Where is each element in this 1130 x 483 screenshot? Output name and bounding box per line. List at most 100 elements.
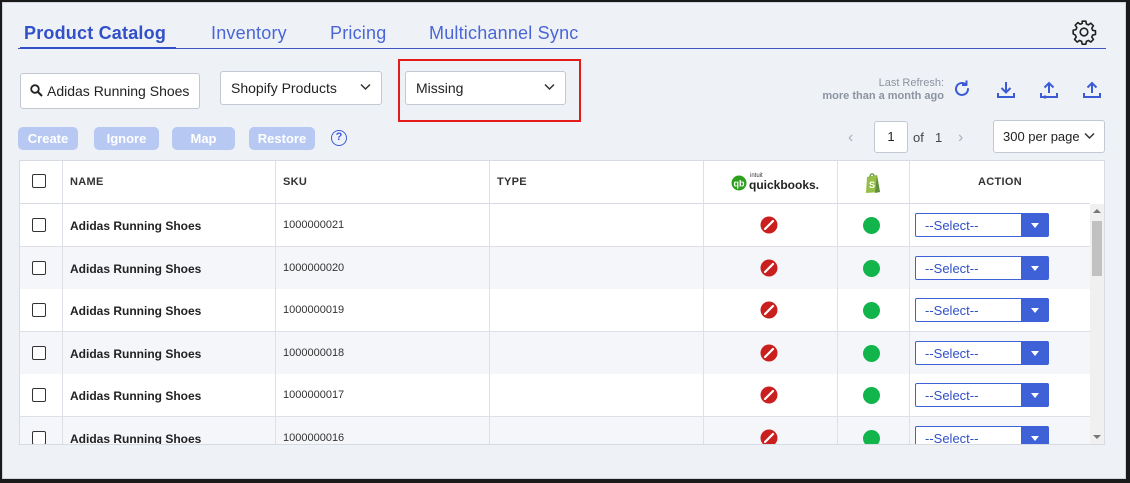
row-checkbox[interactable] [32, 260, 46, 275]
page-total: 1 [935, 130, 943, 145]
tab-inventory[interactable]: Inventory [211, 23, 287, 44]
upload-sync-icon[interactable] [1038, 79, 1060, 101]
row-action-select[interactable]: --Select-- [915, 340, 1049, 365]
product-sku: 1000000016 [283, 432, 345, 444]
row-action-select[interactable]: --Select-- [915, 426, 1049, 445]
synced-status-dot [863, 217, 880, 234]
not-synced-icon [760, 259, 778, 277]
table-row: Adidas Running Shoes 1000000020 --Select-- [20, 246, 1090, 290]
row-action-select[interactable]: --Select-- [915, 255, 1049, 280]
tab-product-catalog[interactable]: Product Catalog [24, 23, 166, 44]
header-sku[interactable]: SKU [283, 176, 307, 188]
map-button[interactable]: Map [172, 127, 235, 150]
not-synced-icon [760, 386, 778, 404]
row-action-value: --Select-- [925, 260, 979, 276]
column-divider [837, 161, 838, 444]
product-name: Adidas Running Shoes [70, 432, 202, 445]
scroll-down-arrow[interactable] [1093, 435, 1101, 439]
scroll-thumb[interactable] [1092, 221, 1102, 276]
row-action-select[interactable]: --Select-- [915, 213, 1049, 237]
ignore-button[interactable]: Ignore [94, 127, 159, 150]
quickbooks-logo-text: quickbooks. [749, 178, 820, 192]
chevron-down-icon [1084, 132, 1095, 140]
column-divider [275, 161, 276, 444]
row-action-value: --Select-- [925, 431, 979, 445]
table-row: Adidas Running Shoes 1000000016 --Select-- [20, 417, 1090, 445]
select-all-checkbox[interactable] [32, 174, 46, 188]
search-icon [30, 84, 43, 97]
row-action-select[interactable]: --Select-- [915, 383, 1049, 408]
product-name: Adidas Running Shoes [70, 389, 202, 404]
row-action-value: --Select-- [925, 303, 979, 319]
row-checkbox[interactable] [32, 303, 46, 318]
synced-status-dot [863, 387, 880, 405]
tab-multichannel-sync[interactable]: Multichannel Sync [429, 23, 578, 44]
product-name: Adidas Running Shoes [70, 346, 202, 361]
row-checkbox[interactable] [32, 218, 46, 232]
active-tab-underline [20, 47, 176, 49]
create-button[interactable]: Create [18, 127, 78, 150]
status-select[interactable]: Missing [405, 71, 566, 105]
header-name[interactable]: NAME [70, 176, 104, 188]
chevron-down-icon [360, 83, 371, 91]
table-scrollbar[interactable] [1090, 204, 1104, 444]
next-page-button[interactable]: › [958, 129, 963, 147]
row-action-select[interactable]: --Select-- [915, 298, 1049, 323]
table-row: Adidas Running Shoes 1000000021 --Select-- [20, 204, 1090, 247]
not-synced-icon [760, 429, 778, 444]
table-row: Adidas Running Shoes 1000000017 --Select-- [20, 374, 1090, 418]
row-action-value: --Select-- [925, 345, 979, 361]
row-checkbox[interactable] [32, 388, 46, 403]
refresh-icon[interactable] [951, 78, 973, 100]
synced-status-dot [863, 430, 880, 444]
tab-pricing[interactable]: Pricing [330, 23, 386, 44]
not-synced-icon [760, 344, 778, 362]
help-icon[interactable]: ? [331, 130, 347, 146]
scroll-up-arrow[interactable] [1093, 209, 1101, 213]
column-divider [703, 161, 704, 444]
product-sku: 1000000018 [283, 346, 345, 359]
last-refresh-label: Last Refresh: [878, 77, 944, 89]
row-checkbox[interactable] [32, 345, 46, 360]
dropdown-arrow-icon [1021, 256, 1048, 279]
status-select-value: Missing [416, 80, 464, 96]
download-icon[interactable] [995, 79, 1017, 101]
synced-status-dot [863, 259, 880, 277]
row-action-value: --Select-- [925, 388, 979, 404]
source-select-value: Shopify Products [231, 80, 337, 96]
header-type[interactable]: TYPE [497, 176, 527, 188]
column-divider [62, 161, 63, 444]
column-divider [489, 161, 490, 444]
per-page-select[interactable]: 300 per page [993, 120, 1105, 153]
chevron-down-icon [544, 83, 555, 91]
not-synced-icon [760, 216, 778, 234]
page-of-label: of [913, 130, 924, 145]
tab-bar: Product Catalog Inventory Pricing Multic… [18, 13, 1106, 49]
column-divider [909, 161, 910, 444]
restore-button[interactable]: Restore [249, 127, 315, 150]
product-sku: 1000000017 [283, 389, 345, 402]
header-action: ACTION [978, 176, 1022, 188]
synced-status-dot [863, 344, 880, 362]
prev-page-button[interactable]: ‹ [848, 129, 853, 147]
page-number-input[interactable]: 1 [874, 121, 908, 153]
quickbooks-logo: qb intuit quickbooks. [731, 173, 819, 192]
product-sku: 1000000019 [283, 304, 345, 317]
gear-icon[interactable] [1071, 19, 1097, 45]
svg-text:qb: qb [734, 179, 745, 189]
upload-icon[interactable] [1081, 79, 1103, 101]
row-action-value: --Select-- [925, 218, 979, 233]
app-window: Product Catalog Inventory Pricing Multic… [2, 2, 1126, 479]
dropdown-arrow-icon [1021, 384, 1048, 407]
synced-status-dot [863, 302, 880, 320]
product-table: NAME SKU TYPE qb intuit quickbooks. S AC… [19, 160, 1105, 445]
product-sku: 1000000021 [283, 219, 345, 231]
search-input[interactable] [47, 80, 197, 102]
search-field[interactable] [20, 73, 200, 109]
last-refresh: Last Refresh: more than a month ago [763, 77, 944, 103]
row-checkbox[interactable] [32, 431, 46, 444]
source-select[interactable]: Shopify Products [220, 71, 382, 105]
per-page-value: 300 per page [1003, 129, 1080, 144]
shopify-logo: S [866, 173, 880, 193]
dropdown-arrow-icon [1021, 341, 1048, 364]
